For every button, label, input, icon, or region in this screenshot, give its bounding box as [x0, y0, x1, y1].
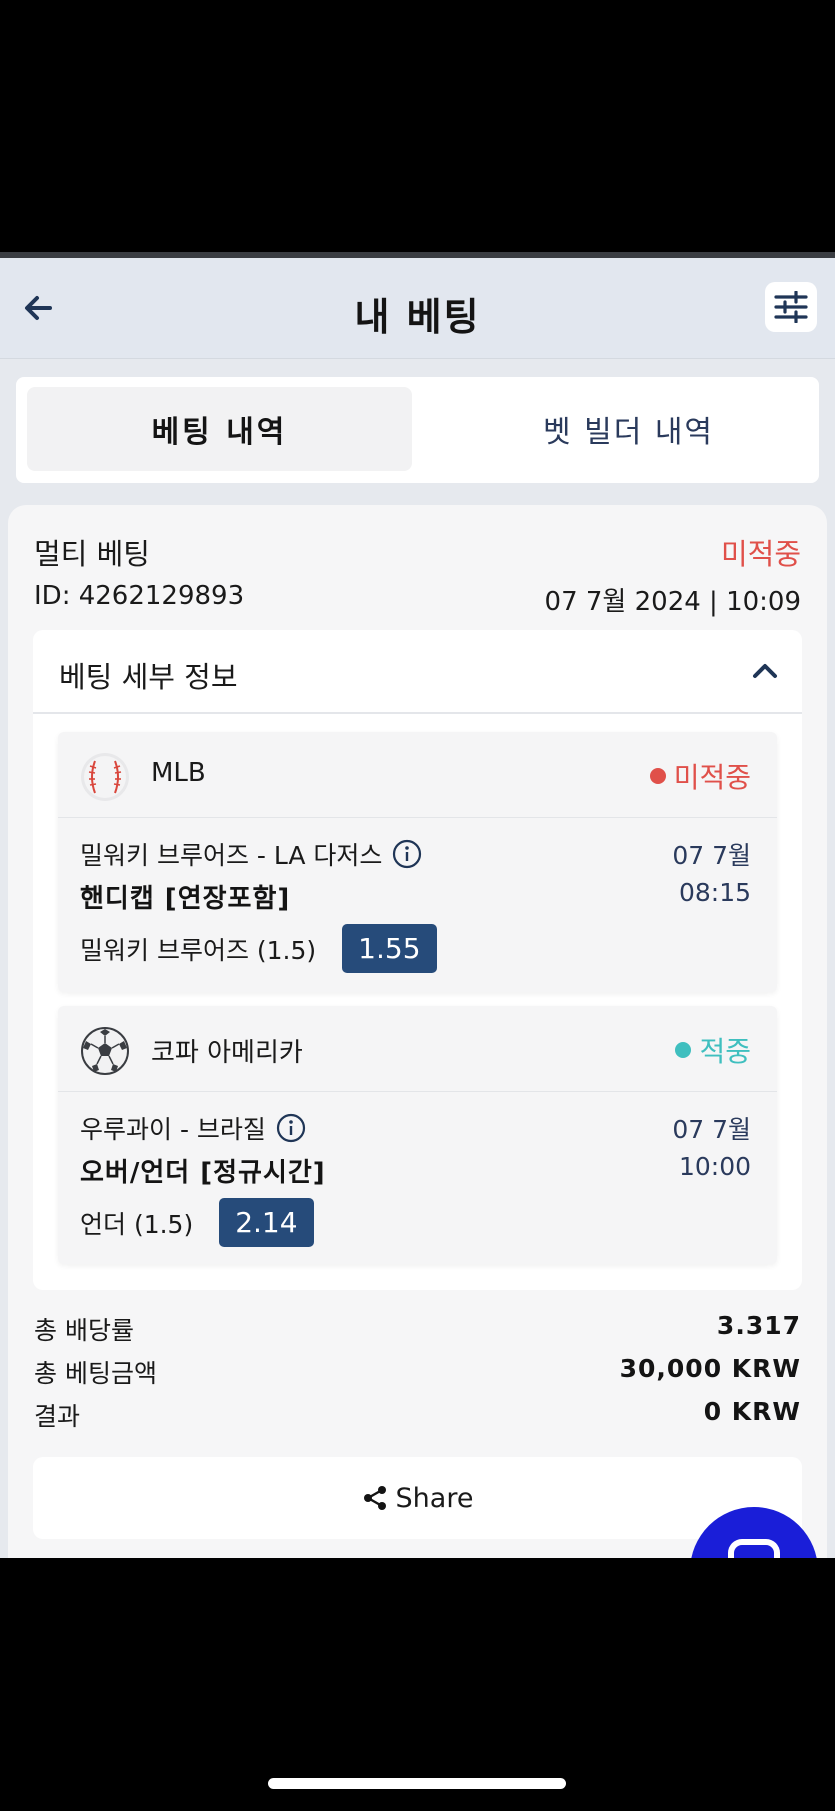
pick-row: 밀워키 브루어즈 (1.5) 1.55: [80, 924, 437, 973]
league-name: 코파 아메리카: [151, 1038, 303, 1068]
header: 내 베팅: [0, 258, 835, 359]
match-time: 08:15: [678, 878, 751, 907]
bet-id: ID: 4262129893: [34, 581, 245, 611]
share-label: Share: [395, 1482, 474, 1514]
market-name: 핸디캡 [연장포함]: [80, 884, 291, 914]
result-label: 결과: [34, 1402, 81, 1431]
status-dot: [675, 1042, 692, 1058]
result-value: 0 KRW: [703, 1397, 801, 1426]
selection-result: 미적중: [649, 756, 751, 796]
status-dot: [649, 768, 666, 784]
market-name: 오버/언더 [정규시간]: [80, 1158, 326, 1188]
sliders-icon: [774, 291, 808, 323]
selection-header: 코파 아메리카 적중: [58, 1006, 777, 1092]
selection-card: 코파 아메리카 적중 우루과이 - 브라질 07 7월 오버/언더 [정규시간]…: [58, 1006, 777, 1264]
home-indicator: [268, 1778, 566, 1789]
tab-bar: 베팅 내역 벳 빌더 내역: [16, 377, 819, 483]
tab-bet-history[interactable]: 베팅 내역: [27, 387, 412, 471]
bet-details-panel: 베팅 세부 정보 MLB 미적중 밀워키 브루어즈 - LA 다저스 07 7월…: [33, 630, 802, 1290]
pick-label: 밀워키 브루어즈 (1.5): [80, 935, 317, 965]
soccer-ball-icon: [80, 1026, 130, 1076]
league-name: MLB: [151, 758, 206, 788]
match-label: 밀워키 브루어즈 - LA 다저스: [80, 841, 383, 870]
bet-datetime: 07 7월 2024 | 10:09: [544, 587, 801, 617]
match-name: 밀워키 브루어즈 - LA 다저스: [80, 836, 422, 872]
match-time: 10:00: [678, 1152, 751, 1181]
tabs-container: 베팅 내역 벳 빌더 내역: [0, 359, 835, 497]
total-odds-label: 총 배당률: [34, 1316, 134, 1345]
page-title: 내 베팅: [354, 295, 481, 339]
share-icon: [363, 1486, 386, 1510]
app-screen: 내 베팅 베팅 내역 벳 빌더 내역 멀티 베팅 미적중 ID: 4262129…: [0, 252, 835, 1558]
match-label: 우루과이 - 브라질: [80, 1115, 266, 1144]
summary-result: 결과 0 KRW: [34, 1397, 801, 1433]
match-date: 07 7월: [672, 841, 751, 870]
selection-result: 적중: [675, 1030, 751, 1070]
share-button[interactable]: Share: [33, 1457, 802, 1539]
chevron-up-icon[interactable]: [750, 656, 780, 686]
odds-badge: 1.55: [342, 924, 437, 973]
total-odds-value: 3.317: [716, 1311, 801, 1340]
bet-status: 미적중: [720, 537, 801, 571]
info-icon[interactable]: [392, 839, 422, 869]
info-icon[interactable]: [276, 1113, 306, 1143]
selection-header: MLB 미적중: [58, 732, 777, 818]
bet-details-header[interactable]: 베팅 세부 정보: [33, 630, 802, 714]
selection-result-label: 적중: [699, 1035, 751, 1068]
match-date: 07 7월: [672, 1115, 751, 1144]
pick-label: 언더 (1.5): [80, 1209, 194, 1239]
bet-type: 멀티 베팅: [34, 537, 150, 571]
bet-card: 멀티 베팅 미적중 ID: 4262129893 07 7월 2024 | 10…: [8, 505, 827, 1558]
chat-icon: [728, 1539, 780, 1558]
selection-card: MLB 미적중 밀워키 브루어즈 - LA 다저스 07 7월 핸디캡 [연장포…: [58, 732, 777, 992]
stake-label: 총 베팅금액: [34, 1359, 157, 1388]
tab-bet-builder-history[interactable]: 벳 빌더 내역: [436, 387, 821, 471]
pick-row: 언더 (1.5) 2.14: [80, 1198, 314, 1247]
bet-details-title: 베팅 세부 정보: [59, 660, 238, 694]
match-name: 우루과이 - 브라질: [80, 1110, 306, 1146]
summary-stake: 총 베팅금액 30,000 KRW: [34, 1354, 801, 1390]
odds-badge: 2.14: [219, 1198, 314, 1247]
selection-result-label: 미적중: [673, 761, 751, 794]
filter-button[interactable]: [765, 282, 817, 332]
stake-value: 30,000 KRW: [619, 1354, 801, 1383]
baseball-icon: [80, 752, 130, 802]
summary-total-odds: 총 배당률 3.317: [34, 1311, 801, 1347]
